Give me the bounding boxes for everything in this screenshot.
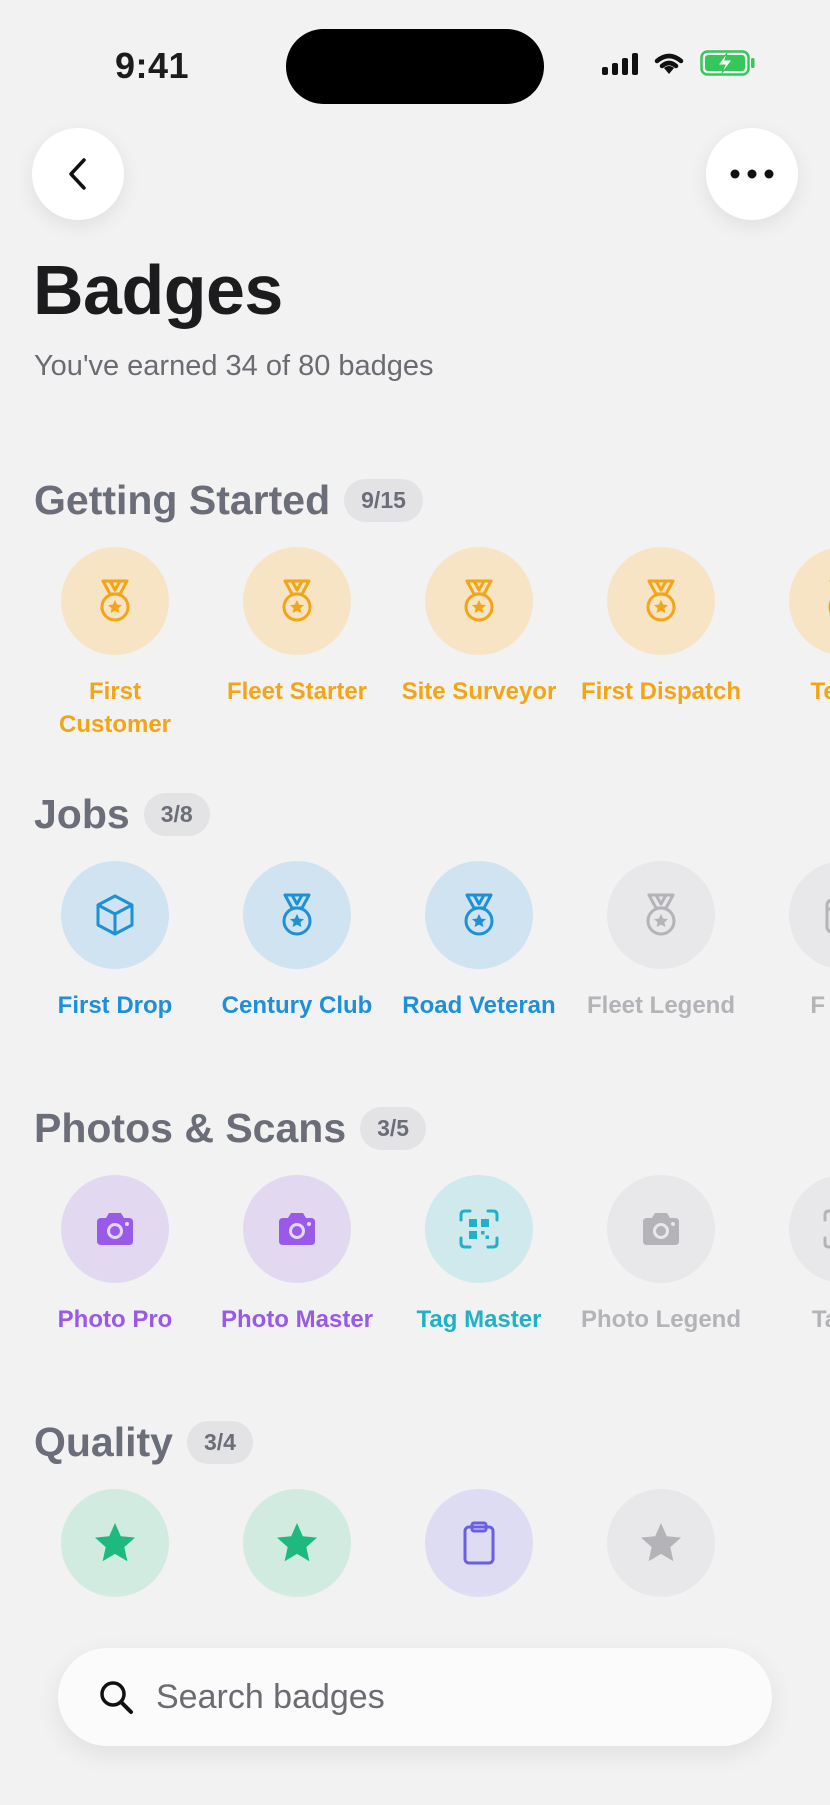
star-icon [95,1523,135,1562]
ellipsis-icon [730,169,774,179]
count-badge: 9/15 [344,478,423,522]
medal-icon [100,579,130,622]
medal-icon [464,893,494,936]
section-header: Jobs 3/8 [34,789,210,839]
badge-icon-circle [61,861,169,969]
badge-row: Photo Pro Photo Master Tag Master Photo … [0,1175,830,1375]
badge-icon-circle [243,861,351,969]
badge-icon-circle [243,547,351,655]
badge-fleet-starter[interactable]: Fleet Starter [212,547,382,708]
status-bar: 9:41 [0,0,830,104]
badge-century-club[interactable]: Century Club [212,861,382,1022]
badge-icon-circle [61,547,169,655]
badge-icon-circle [607,861,715,969]
badge-label: Photo Legend [581,1306,741,1333]
section-title: Quality [34,1418,173,1465]
more-options-button[interactable] [706,128,798,220]
badge-icon-circle [61,1175,169,1283]
badge-partial[interactable]: Tag L [758,1175,830,1336]
badge-label: First Dispatch [580,678,742,705]
badge-label: Tag Master [416,1306,542,1333]
dynamic-island [286,29,544,104]
qr-scan-icon [459,1209,499,1249]
badge-site-surveyor[interactable]: Site Surveyor [394,547,564,708]
badge-icon-circle [425,547,533,655]
section-header: Getting Started 9/15 [34,475,423,525]
badge-icon-circle [607,1489,715,1597]
badge-partial[interactable]: F Sch [758,861,830,1022]
badge-icon-circle [425,1489,533,1597]
medal-icon [282,893,312,936]
status-icons [602,50,756,76]
badge-tag-master[interactable]: Tag Master [394,1175,564,1336]
count-badge: 3/8 [143,792,210,836]
camera-icon [97,1213,133,1245]
badge-icon-circle [789,1175,830,1283]
badge-label: Fleet Starter [226,678,368,705]
back-button[interactable] [32,128,124,220]
badge-first-drop[interactable]: First Drop [30,861,200,1022]
badge-icon-circle [789,861,830,969]
star-icon [277,1523,317,1562]
medal-icon [828,579,830,614]
qr-scan-icon [823,1209,830,1249]
badge-icon-circle [243,1489,351,1597]
medal-icon [282,579,312,622]
badge-photo-master[interactable]: Photo Master [212,1175,382,1336]
badge-label: First Customer [58,678,172,738]
section-title: Photos & Scans [34,1104,347,1151]
badge-row: First Customer Fleet Starter Site Survey… [0,547,830,747]
badge-label: Site Surveyor [401,678,557,705]
calendar-icon [825,898,830,934]
badge-first-customer[interactable]: First Customer [30,547,200,741]
badge-row: First Drop Century Club Road Veteran Fle… [0,861,830,1061]
camera-icon [279,1213,315,1245]
badge-label: Photo Pro [57,1306,173,1333]
badge-label: Te Bu [810,678,830,705]
badge-fleet-legend[interactable]: Fleet Legend [576,861,746,1022]
medal-icon [646,579,676,622]
star-icon [641,1523,681,1562]
badge-label: Road Veteran [402,992,556,1019]
medal-icon [464,579,494,622]
badge-icon-circle [243,1175,351,1283]
search-input[interactable] [156,1677,716,1717]
badge-first-dispatch[interactable]: First Dispatch [576,547,746,708]
badge-icon-circle [61,1489,169,1597]
badge-icon-circle [789,547,830,655]
wifi-icon [654,53,684,74]
badge-label: First Drop [57,992,173,1019]
box-icon [96,894,134,936]
badge-icon-circle [607,1175,715,1283]
badge-label: Century Club [221,992,373,1019]
status-time: 9:41 [115,45,190,86]
badge-label: F Sch [810,992,830,1019]
search-bar[interactable] [58,1648,772,1746]
section-header: Quality 3/4 [34,1417,253,1467]
badge-label: Tag L [811,1306,830,1333]
badge-label: Fleet Legend [586,992,736,1019]
page-subtitle: You've earned 34 of 80 badges [34,350,434,382]
badge-road-veteran[interactable]: Road Veteran [394,861,564,1022]
cellular-signal-icon [602,51,638,75]
section-title: Getting Started [34,476,331,523]
section-header: Photos & Scans 3/5 [34,1103,427,1153]
section-title: Jobs [34,790,130,837]
count-badge: 3/5 [360,1106,427,1150]
medal-icon [646,893,676,936]
badge-icon-circle [425,861,533,969]
chevron-left-icon [69,158,86,190]
search-icon [100,1681,133,1714]
count-badge: 3/4 [186,1420,253,1464]
badge-label: Photo Master [220,1306,373,1333]
badge-icon-circle [425,1175,533,1283]
badge-partial[interactable]: Te Bu [758,547,830,708]
camera-icon [643,1213,679,1245]
badge-photo-legend[interactable]: Photo Legend [576,1175,746,1336]
page-title: Badges [33,251,283,329]
badge-icon-circle [607,547,715,655]
badge-photo-pro[interactable]: Photo Pro [30,1175,200,1336]
clipboard-icon [463,1521,495,1565]
battery-charging-icon [700,50,755,76]
